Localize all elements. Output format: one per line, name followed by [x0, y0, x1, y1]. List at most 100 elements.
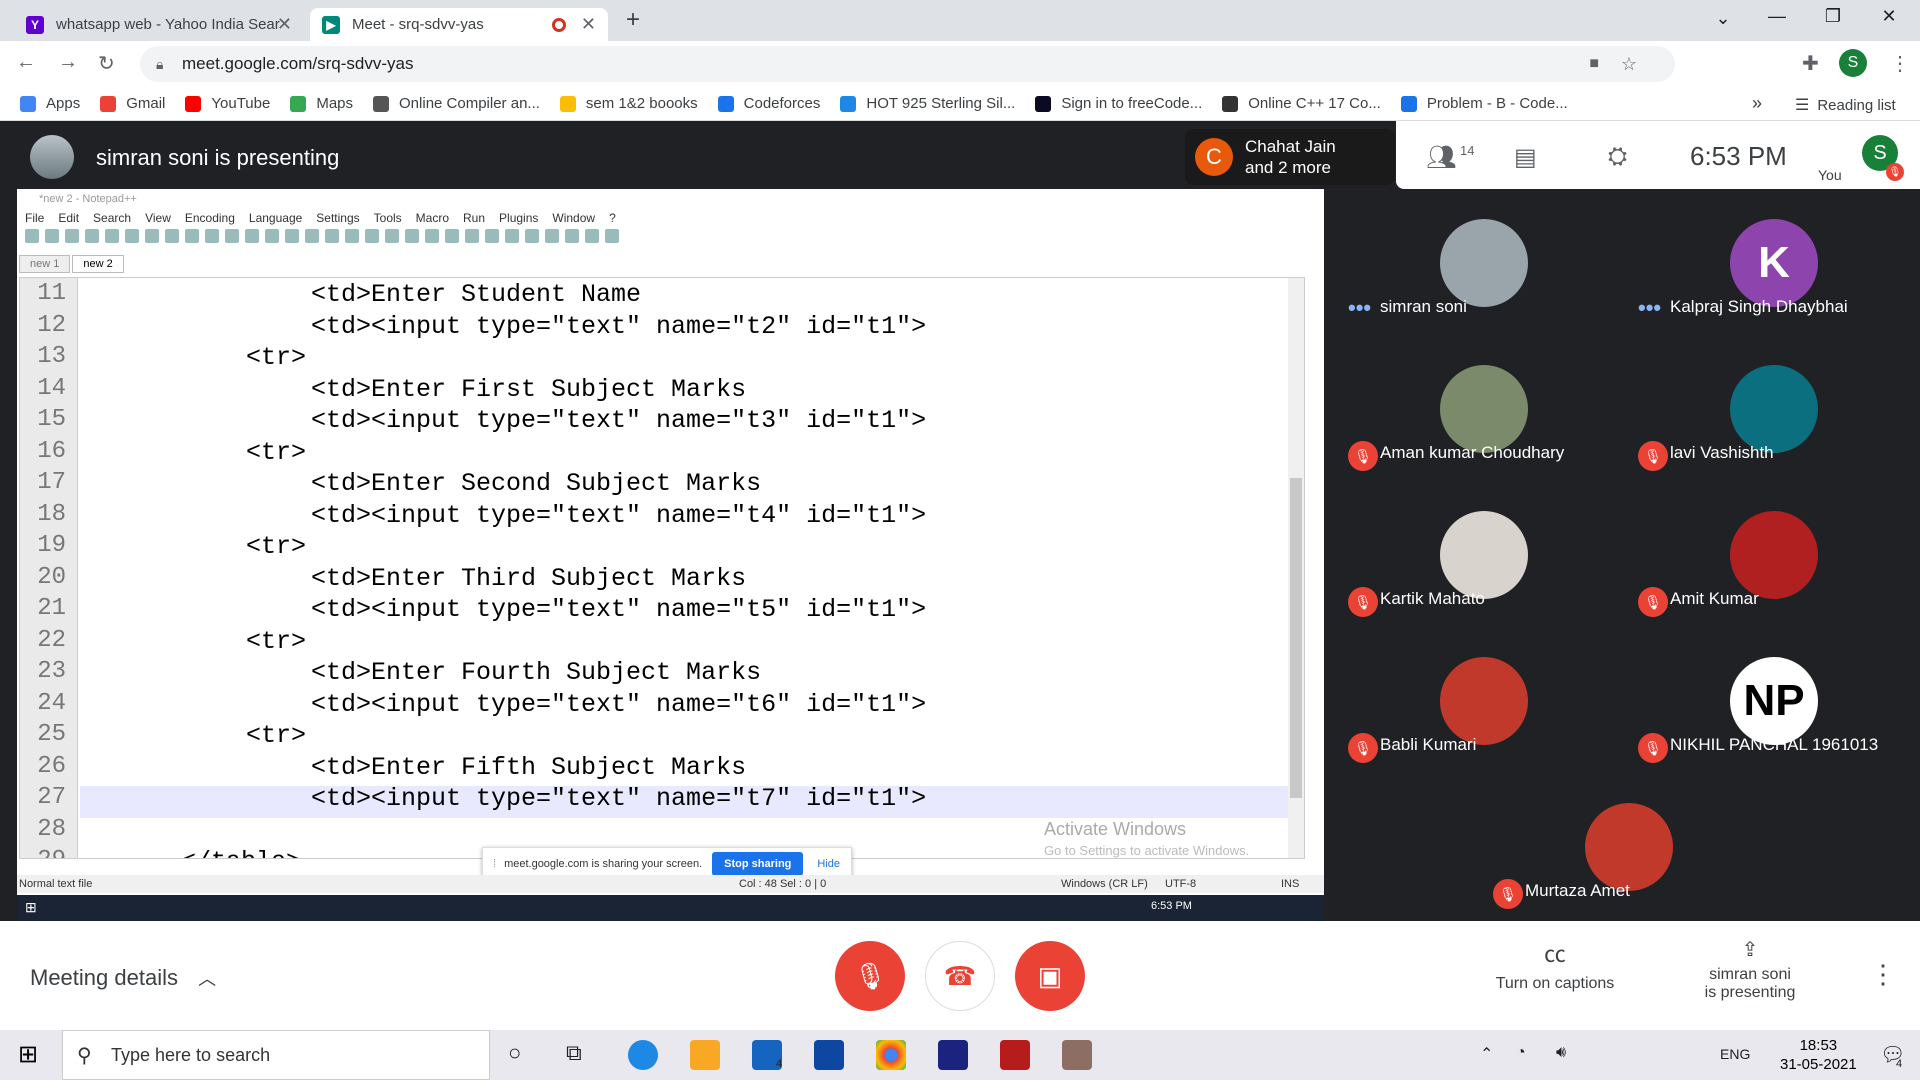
- toolbar-icon[interactable]: [125, 229, 139, 243]
- menu-encoding[interactable]: Encoding: [185, 211, 235, 225]
- new-tab-button[interactable]: +: [626, 6, 640, 34]
- reading-list-button[interactable]: ☰ Reading list: [1795, 95, 1896, 115]
- bookmark-maps[interactable]: Maps: [290, 95, 353, 112]
- toolbar-icon[interactable]: [405, 229, 419, 243]
- menu-search[interactable]: Search: [93, 211, 131, 225]
- bookmark-cpp[interactable]: Online C++ 17 Co...: [1222, 95, 1381, 112]
- address-bar[interactable]: 🔒︎ meet.google.com/srq-sdvv-yas ■ ☆: [140, 46, 1675, 82]
- menu-file[interactable]: File: [25, 211, 44, 225]
- toolbar-icon[interactable]: [65, 229, 79, 243]
- toolbar-icon[interactable]: [425, 229, 439, 243]
- mic-off-button[interactable]: 🎙︎: [835, 941, 905, 1011]
- toolbar-icon[interactable]: [25, 229, 39, 243]
- close-tab-icon[interactable]: ✕: [581, 14, 596, 35]
- cortana-icon[interactable]: ○: [508, 1040, 521, 1066]
- toolbar-icon[interactable]: [465, 229, 479, 243]
- profile-avatar[interactable]: S: [1839, 49, 1867, 77]
- browser-tab-yahoo[interactable]: Y whatsapp web - Yahoo India Sear ✕: [14, 8, 304, 41]
- menu-language[interactable]: Language: [249, 211, 302, 225]
- code-editor[interactable]: 11 12 13 14 15 16 17 18 19 20 21 22 23 24 25 26 27 28 29 <…: [19, 277, 1305, 859]
- taskbar-clock[interactable]: 18:53 31-05-2021: [1780, 1036, 1857, 1074]
- toolbar-icon[interactable]: [205, 229, 219, 243]
- edge-icon[interactable]: [628, 1040, 658, 1070]
- menu-edit[interactable]: Edit: [58, 211, 79, 225]
- bookmark-sterling[interactable]: HOT 925 Sterling Sil...: [840, 95, 1015, 112]
- leave-call-button[interactable]: ☎: [925, 941, 995, 1011]
- participant-tile[interactable]: K ••• Kalpraj Singh Dhaybhai: [1630, 219, 1920, 365]
- participant-tile[interactable]: 🎙︎ Babli Kumari: [1340, 657, 1630, 803]
- toolbar-icon[interactable]: [285, 229, 299, 243]
- bookmark-freecodecamp[interactable]: Sign in to freeCode...: [1035, 95, 1202, 112]
- volume-icon[interactable]: 🔊︎: [1556, 1044, 1566, 1062]
- participant-tile[interactable]: NP 🎙︎ NIKHIL PANCHAL 1961013: [1630, 657, 1920, 803]
- toolbar-icon[interactable]: [145, 229, 159, 243]
- toolbar-icon[interactable]: [245, 229, 259, 243]
- extensions-icon[interactable]: ✚: [1802, 51, 1819, 76]
- language-indicator[interactable]: ENG: [1720, 1046, 1750, 1062]
- minimize-button[interactable]: —: [1754, 6, 1800, 27]
- toolbar-icon[interactable]: [565, 229, 579, 243]
- editor-scrollbar[interactable]: [1288, 278, 1304, 858]
- menu-plugins[interactable]: Plugins: [499, 211, 538, 225]
- meeting-details-button[interactable]: Meeting details ︿: [30, 965, 216, 991]
- camera-off-button[interactable]: ▣: [1015, 941, 1085, 1011]
- participant-tile[interactable]: 🎙︎ lavi Vashishth: [1630, 365, 1920, 511]
- notepad-tab-new1[interactable]: new 1: [19, 255, 71, 273]
- presenting-button[interactable]: ⇪ simran soni is presenting: [1680, 937, 1820, 1002]
- participant-tile[interactable]: 🎙︎ Amit Kumar: [1630, 511, 1920, 657]
- taskbar-search[interactable]: ⚲ Type here to search: [62, 1030, 490, 1080]
- toolbar-icon[interactable]: [105, 229, 119, 243]
- bookmark-apps[interactable]: Apps: [20, 95, 80, 112]
- network-icon[interactable]: ◔: [1516, 1044, 1526, 1062]
- hide-button[interactable]: Hide: [817, 858, 840, 870]
- chrome-icon[interactable]: [876, 1040, 906, 1070]
- participant-tile[interactable]: 🎙︎ Aman kumar Choudhary: [1340, 365, 1630, 511]
- toolbar-icon[interactable]: [265, 229, 279, 243]
- stop-sharing-button[interactable]: Stop sharing: [712, 852, 804, 876]
- chat-icon[interactable]: ▤: [1514, 143, 1537, 172]
- menu-settings[interactable]: Settings: [316, 211, 359, 225]
- bookmark-compiler[interactable]: Online Compiler an...: [373, 95, 540, 112]
- bookmark-youtube[interactable]: YouTube: [185, 95, 270, 112]
- file-explorer-icon[interactable]: [690, 1040, 720, 1070]
- toolbar-icon[interactable]: [525, 229, 539, 243]
- bookmark-star-icon[interactable]: ☆: [1621, 54, 1637, 75]
- toolbar-icon[interactable]: [505, 229, 519, 243]
- toolbar-icon[interactable]: [605, 229, 619, 243]
- task-view-icon[interactable]: ⧉: [566, 1040, 582, 1066]
- participant-tile[interactable]: 🎙︎ Kartik Mahato: [1340, 511, 1630, 657]
- maximize-button[interactable]: ❐: [1810, 6, 1856, 27]
- devcpp-icon[interactable]: [938, 1040, 968, 1070]
- captions-button[interactable]: ㏄ Turn on captions: [1480, 937, 1630, 993]
- participant-tile[interactable]: ••• simran soni: [1340, 219, 1630, 365]
- people-icon[interactable]: 👥︎: [1426, 143, 1456, 172]
- browser-tab-meet[interactable]: ▶ Meet - srq-sdvv-yas ✕: [310, 8, 608, 41]
- join-notification[interactable]: C Chahat Jain and 2 more: [1185, 129, 1395, 185]
- toolbar-icon[interactable]: [365, 229, 379, 243]
- bookmarks-overflow-icon[interactable]: »: [1752, 93, 1762, 114]
- toolbar-icon[interactable]: [485, 229, 499, 243]
- toolbar-icon[interactable]: [345, 229, 359, 243]
- chrome-menu-icon[interactable]: ⋮: [1890, 51, 1910, 76]
- tab-search-icon[interactable]: ⌄: [1700, 8, 1746, 29]
- back-icon[interactable]: ←: [16, 51, 36, 74]
- toolbar-icon[interactable]: [305, 229, 319, 243]
- menu-macro[interactable]: Macro: [416, 211, 449, 225]
- notepad-tab-new2[interactable]: new 2: [72, 255, 124, 273]
- toolbar-icon[interactable]: [585, 229, 599, 243]
- app-icon[interactable]: [1000, 1040, 1030, 1070]
- toolbar-icon[interactable]: [85, 229, 99, 243]
- toolbar-icon[interactable]: [185, 229, 199, 243]
- menu-tools[interactable]: Tools: [374, 211, 402, 225]
- bookmark-codeforces[interactable]: Codeforces: [717, 95, 820, 112]
- reload-icon[interactable]: ↻: [98, 51, 115, 76]
- bookmark-problem[interactable]: Problem - B - Code...: [1400, 95, 1568, 112]
- windows-start-icon[interactable]: ⊞: [18, 1040, 38, 1069]
- dosbox-icon[interactable]: [1062, 1040, 1092, 1070]
- bookmark-books[interactable]: sem 1&2 boooks: [559, 95, 698, 112]
- toolbar-icon[interactable]: [325, 229, 339, 243]
- menu-view[interactable]: View: [145, 211, 171, 225]
- more-options-icon[interactable]: ⋮: [1870, 959, 1896, 990]
- tray-overflow-icon[interactable]: ⌃: [1480, 1044, 1493, 1064]
- drag-handle-icon[interactable]: ⁞: [493, 858, 496, 870]
